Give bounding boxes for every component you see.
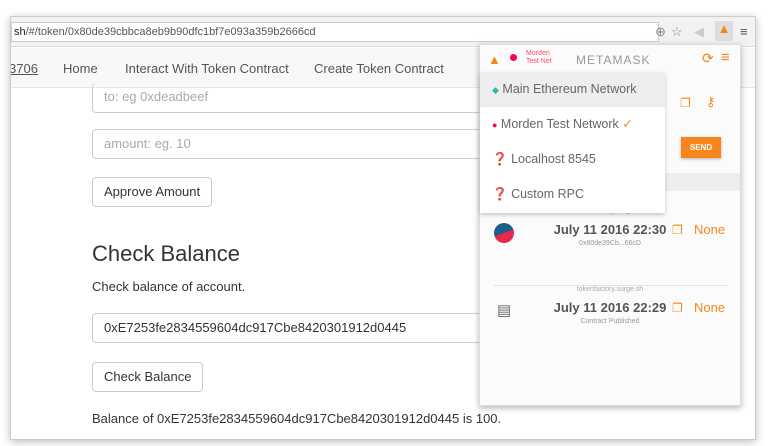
question-icon: ❓ xyxy=(492,152,508,166)
network-badge[interactable]: Morden Test Net xyxy=(526,50,552,66)
send-button[interactable]: SEND xyxy=(681,137,721,158)
brand-link[interactable]: 3706 xyxy=(11,61,38,76)
url-host: sh xyxy=(14,26,26,38)
amount-input[interactable]: amount: eg. 10 xyxy=(92,129,492,159)
question-icon: ❓ xyxy=(492,187,508,201)
copy-icon[interactable]: ❐ xyxy=(672,301,683,315)
address-bar[interactable]: sh/#/token/0x80de39cbbca8eb9b90dfc1bf7e0… xyxy=(11,22,659,42)
tx-status: Contract Published xyxy=(580,318,640,325)
network-dot-icon xyxy=(510,54,517,61)
to-input[interactable]: to: eg 0xdeadbeef xyxy=(92,83,492,113)
network-label: Localhost 8545 xyxy=(511,152,596,166)
balance-result: Balance of 0xE7253fe2834559604dc917Cbe84… xyxy=(92,411,502,426)
document-icon: ▤ xyxy=(497,302,512,319)
network-label: Main Ethereum Network xyxy=(502,82,637,96)
copy-icon[interactable]: ❐ xyxy=(680,96,691,110)
account-switch-icon[interactable]: ⟳ xyxy=(702,50,714,67)
network-localhost[interactable]: ❓ Localhost 8545 xyxy=(480,142,665,177)
network-morden[interactable]: ● Morden Test Network ✓ xyxy=(480,107,665,142)
metamask-popup: ▲ MordenTest Net METAMASK ⟳ ≡ ❐ ⚷ SEND t… xyxy=(479,44,741,406)
tx-address: 0x80de39Cb...66cD xyxy=(579,240,641,247)
network-label: Custom RPC xyxy=(511,187,584,201)
diamond-icon: ◆ xyxy=(492,85,499,95)
menu-icon[interactable]: ≡ xyxy=(740,24,748,39)
tx-date: July 11 2016 22:30 xyxy=(553,222,667,237)
approve-button[interactable]: Approve Amount xyxy=(92,177,213,207)
tx-value: None xyxy=(694,222,726,237)
fox-logo-icon: ▲ xyxy=(488,52,501,67)
zoom-icon[interactable]: ⊕ xyxy=(655,24,666,40)
network-label: Morden Test Network xyxy=(500,117,619,131)
star-icon[interactable]: ☆ xyxy=(671,24,683,40)
metamask-title: METAMASK xyxy=(576,53,651,67)
check-balance-title: Check Balance xyxy=(92,241,240,266)
address-input[interactable]: 0xE7253fe2834559604dc917Cbe8420301912d04… xyxy=(92,313,492,343)
network-custom-rpc[interactable]: ❓ Custom RPC xyxy=(480,177,665,212)
nav-interact[interactable]: Interact With Token Contract xyxy=(125,61,289,76)
transaction-item[interactable]: ▤ tokenfactory.surge.sh July 11 2016 22:… xyxy=(480,283,740,363)
metamask-fox-icon[interactable]: ▲ xyxy=(715,21,733,41)
badge-line2: Test Net xyxy=(526,58,552,65)
identicon xyxy=(494,223,514,243)
menu-icon[interactable]: ≡ xyxy=(721,49,730,66)
check-icon: ✓ xyxy=(622,117,633,131)
tx-date: July 11 2016 22:29 xyxy=(553,300,667,315)
dot-icon: ● xyxy=(492,120,498,130)
network-main[interactable]: ◆ Main Ethereum Network xyxy=(480,72,665,107)
url-path: /#/token/0x80de39cbbca8eb9b90dfc1bf7e093… xyxy=(25,26,316,38)
browser-window: sh/#/token/0x80de39cbbca8eb9b90dfc1bf7e0… xyxy=(10,16,756,440)
extension-icon[interactable]: ◀ xyxy=(694,24,704,40)
badge-line1: Morden xyxy=(526,50,550,57)
browser-toolbar: sh/#/token/0x80de39cbbca8eb9b90dfc1bf7e0… xyxy=(11,17,755,47)
key-icon[interactable]: ⚷ xyxy=(706,94,716,110)
copy-icon[interactable]: ❐ xyxy=(672,223,683,237)
tx-site: tokenfactory.surge.sh xyxy=(576,286,644,293)
nav-home[interactable]: Home xyxy=(63,61,98,76)
network-dropdown: ◆ Main Ethereum Network ● Morden Test Ne… xyxy=(480,72,665,213)
nav-create[interactable]: Create Token Contract xyxy=(314,61,444,76)
check-balance-button[interactable]: Check Balance xyxy=(92,362,204,392)
metamask-header: ▲ Morden Test Net METAMASK ⟳ ≡ xyxy=(480,45,740,75)
transaction-item[interactable]: tokenfactory.surge.sh July 11 2016 22:30… xyxy=(480,205,740,285)
check-balance-description: Check balance of account. xyxy=(92,279,246,294)
tx-value: None xyxy=(694,300,726,315)
